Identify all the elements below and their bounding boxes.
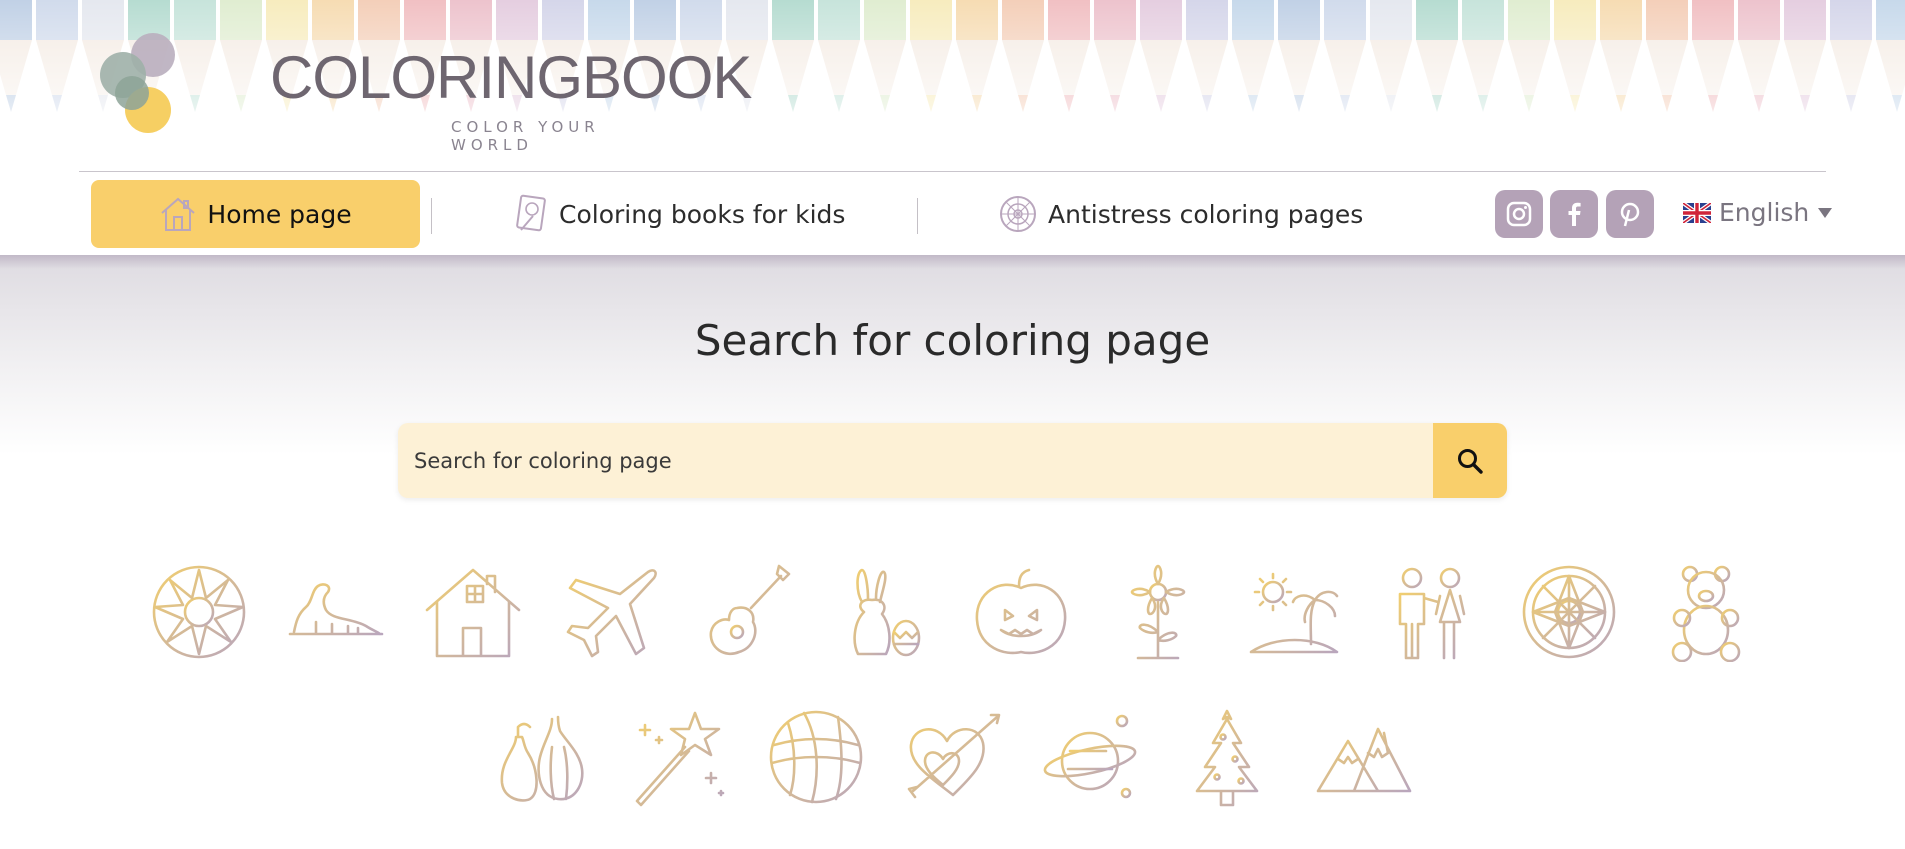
category-magic-wand[interactable] (629, 707, 729, 807)
category-beach[interactable] (1245, 562, 1345, 662)
mountains-icon (1316, 727, 1412, 793)
search-icon (1458, 448, 1483, 474)
site-header: COLORINGBOOK COLOR YOUR WORLD Home page … (0, 0, 1905, 255)
beach-palm-icon (1249, 572, 1339, 654)
mandala-icon (1522, 565, 1616, 659)
hearts-icon (907, 713, 1001, 799)
flower-icon (1130, 564, 1186, 660)
page-title: Search for coloring page (694, 316, 1211, 365)
header-shadow (0, 255, 1905, 269)
pumpkin-icon (975, 568, 1067, 655)
category-guitar[interactable] (697, 562, 797, 662)
instagram-icon (1506, 201, 1532, 227)
category-hearts[interactable] (903, 707, 1003, 807)
uk-flag-icon (1683, 202, 1711, 223)
house-icon (161, 197, 196, 231)
category-mandala[interactable] (1519, 562, 1619, 662)
category-flower[interactable] (1108, 562, 1208, 662)
guitar-icon (709, 564, 791, 655)
coloring-book-icon (516, 194, 546, 232)
nav-home-label: Home page (207, 199, 352, 229)
pinterest-button[interactable] (1606, 190, 1654, 238)
category-planet[interactable] (1040, 707, 1140, 807)
logo[interactable]: COLORINGBOOK COLOR YOUR WORLD (98, 30, 752, 154)
magic-wand-icon (635, 711, 725, 807)
hero-section: Search for coloring page (0, 255, 1905, 849)
search-button[interactable] (1433, 423, 1507, 498)
language-selector[interactable]: English (1683, 198, 1833, 227)
nav-separator (917, 198, 918, 234)
dinosaur-icon (288, 583, 384, 636)
caret-down-icon (1818, 207, 1833, 218)
category-house[interactable] (423, 562, 523, 662)
category-ball[interactable] (766, 707, 866, 807)
category-teddy-bear[interactable] (1656, 562, 1756, 662)
logo-circles-icon (100, 33, 175, 133)
mandala-sun-icon (152, 565, 246, 659)
category-couple[interactable] (1382, 562, 1482, 662)
category-mountains[interactable] (1314, 707, 1414, 807)
ball-icon (769, 710, 863, 804)
category-easter-bunny[interactable] (834, 562, 934, 662)
planet-icon (1043, 714, 1137, 799)
category-christmas-tree[interactable] (1177, 707, 1277, 807)
teddy-bear-icon (1671, 565, 1741, 662)
language-label: English (1719, 198, 1810, 227)
logo-tagline: COLOR YOUR WORLD (451, 118, 600, 154)
pinterest-icon (1620, 202, 1640, 227)
logo-wordmark: COLORINGBOOK (270, 44, 752, 111)
nav-antistress-label: Antistress coloring pages (1048, 199, 1364, 229)
nav-antistress[interactable]: Antistress coloring pages (998, 180, 1363, 248)
nav-home-page[interactable]: Home page (91, 180, 420, 248)
search-bar (398, 423, 1507, 498)
nav-kids-label: Coloring books for kids (559, 199, 846, 229)
category-mandala-sun[interactable] (149, 562, 249, 662)
facebook-button[interactable] (1550, 190, 1598, 238)
mandala-icon (1000, 196, 1036, 232)
facebook-icon (1568, 202, 1581, 226)
fruit-vegetables-icon (500, 715, 584, 802)
christmas-tree-icon (1195, 709, 1259, 807)
category-dinosaur[interactable] (286, 562, 386, 662)
instagram-button[interactable] (1495, 190, 1543, 238)
search-input[interactable] (398, 423, 1433, 498)
nav-coloring-books-kids[interactable]: Coloring books for kids (513, 180, 845, 248)
category-fruit-vegetables[interactable] (492, 707, 592, 807)
category-airplane[interactable] (560, 562, 660, 662)
airplane-icon (566, 569, 657, 658)
main-nav: Home page Coloring books for kids Antist… (0, 172, 1905, 255)
easter-bunny-icon (853, 568, 921, 657)
category-pumpkin[interactable] (971, 562, 1071, 662)
nav-separator (431, 198, 432, 234)
house-icon (425, 568, 521, 658)
couple-icon (1398, 567, 1466, 660)
